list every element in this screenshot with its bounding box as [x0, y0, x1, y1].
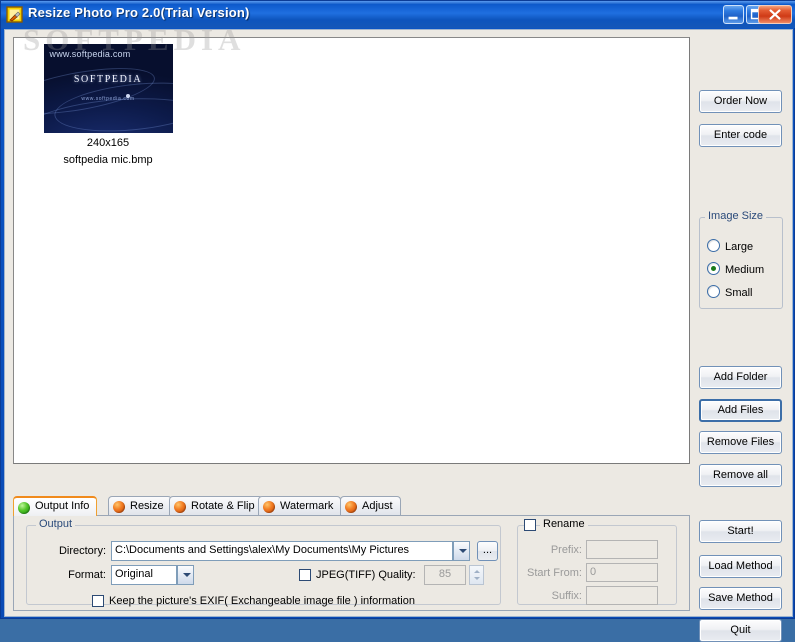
- file-list-panel[interactable]: www.softpedia.com SOFTPEDIA www.softpedi…: [13, 37, 690, 464]
- directory-dropdown-arrow[interactable]: [453, 541, 470, 561]
- prefix-input[interactable]: [586, 540, 658, 559]
- radio-image-size-large[interactable]: Large: [707, 239, 753, 256]
- browse-directory-button[interactable]: ...: [477, 541, 498, 561]
- remove-all-button[interactable]: Remove all: [699, 464, 782, 487]
- title-bar: Resize Photo Pro 2.0(Trial Version): [1, 1, 795, 28]
- output-group-title: Output: [36, 518, 76, 530]
- load-method-button[interactable]: Load Method: [699, 555, 782, 578]
- minimize-button[interactable]: [723, 5, 744, 24]
- tab-rotate-flip[interactable]: Rotate & Flip: [169, 496, 263, 516]
- tab-resize[interactable]: Resize: [108, 496, 172, 516]
- add-files-button[interactable]: Add Files: [699, 399, 782, 422]
- keep-exif-checkbox[interactable]: [92, 595, 104, 607]
- remove-files-button[interactable]: Remove Files: [699, 431, 782, 454]
- radio-indicator: [707, 239, 720, 252]
- tab-watermark[interactable]: Watermark: [258, 496, 342, 516]
- orange-sphere-icon: [113, 501, 125, 513]
- rename-checkbox[interactable]: [524, 519, 536, 531]
- keep-exif-label: Keep the picture's EXIF( Exchangeable im…: [109, 595, 415, 607]
- jpeg-quality-spinner[interactable]: [469, 565, 484, 585]
- directory-label: Directory:: [58, 545, 106, 557]
- orange-sphere-icon: [345, 501, 357, 513]
- suffix-input[interactable]: [586, 586, 658, 605]
- orange-sphere-icon: [174, 501, 186, 513]
- start-from-label: Start From:: [526, 567, 582, 579]
- tab-strip: Output Info Resize Rotate & Flip Waterma…: [13, 496, 690, 516]
- format-dropdown-arrow[interactable]: [177, 565, 194, 585]
- save-method-button[interactable]: Save Method: [699, 587, 782, 610]
- directory-input[interactable]: C:\Documents and Settings\alex\My Docume…: [111, 541, 453, 561]
- radio-indicator-selected: [707, 262, 720, 275]
- jpeg-quality-input[interactable]: 85: [424, 565, 466, 585]
- app-icon: [6, 6, 24, 24]
- start-button[interactable]: Start!: [699, 520, 782, 543]
- add-folder-button[interactable]: Add Folder: [699, 366, 782, 389]
- window-title: Resize Photo Pro 2.0(Trial Version): [28, 5, 250, 20]
- client-area: SOFTPEDIA www.softpedia.com SOFTPEDIA ww…: [4, 22, 793, 642]
- thumbnail-dimensions: 240x165: [86, 137, 130, 149]
- tab-label: Resize: [130, 500, 164, 512]
- jpeg-quality-label: JPEG(TIFF) Quality:: [316, 569, 416, 581]
- order-now-button[interactable]: Order Now: [699, 90, 782, 113]
- format-select-value[interactable]: Original: [111, 565, 177, 585]
- radio-indicator: [707, 285, 720, 298]
- green-sphere-icon: [18, 502, 30, 514]
- tab-adjust[interactable]: Adjust: [340, 496, 401, 516]
- radio-label: Small: [725, 287, 753, 299]
- thumbnail-url-text: www.softpedia.com: [49, 49, 131, 59]
- rename-group-title: Rename: [540, 518, 588, 530]
- thumbnail-dot-icon: [125, 94, 130, 98]
- radio-image-size-medium[interactable]: Medium: [707, 262, 764, 279]
- format-label: Format:: [68, 569, 106, 581]
- prefix-label: Prefix:: [550, 544, 582, 556]
- tab-label: Rotate & Flip: [191, 500, 255, 512]
- tab-panel-output-info: Output Directory: C:\Documents and Setti…: [13, 515, 690, 611]
- tab-label: Adjust: [362, 500, 393, 512]
- suffix-label: Suffix:: [551, 590, 582, 602]
- right-sidebar: Order Now Enter code Image Size Large Me…: [695, 35, 790, 642]
- orange-sphere-icon: [263, 501, 275, 513]
- enter-code-button[interactable]: Enter code: [699, 124, 782, 147]
- thumbnail-filename: softpedia mic.bmp: [63, 154, 153, 166]
- tab-label: Output Info: [35, 500, 90, 512]
- thumbnail-sub-text: www.softpedia.com: [81, 96, 135, 102]
- list-item[interactable]: www.softpedia.com SOFTPEDIA www.softpedi…: [38, 44, 178, 167]
- radio-label: Medium: [725, 264, 765, 276]
- thumbnail-brand-text: SOFTPEDIA: [73, 74, 143, 85]
- tab-label: Watermark: [280, 500, 334, 512]
- application-window: Resize Photo Pro 2.0(Trial Version) SOFT…: [0, 0, 795, 642]
- quit-button[interactable]: Quit: [699, 619, 782, 642]
- radio-image-size-small[interactable]: Small: [707, 285, 753, 302]
- jpeg-quality-checkbox[interactable]: [299, 569, 311, 581]
- image-size-group-title: Image Size: [705, 210, 767, 222]
- thumbnail-image: www.softpedia.com SOFTPEDIA www.softpedi…: [43, 44, 173, 133]
- tab-output-info[interactable]: Output Info: [13, 496, 98, 516]
- start-from-input[interactable]: 0: [586, 563, 658, 582]
- close-button[interactable]: [758, 5, 792, 24]
- radio-label: Large: [725, 241, 754, 253]
